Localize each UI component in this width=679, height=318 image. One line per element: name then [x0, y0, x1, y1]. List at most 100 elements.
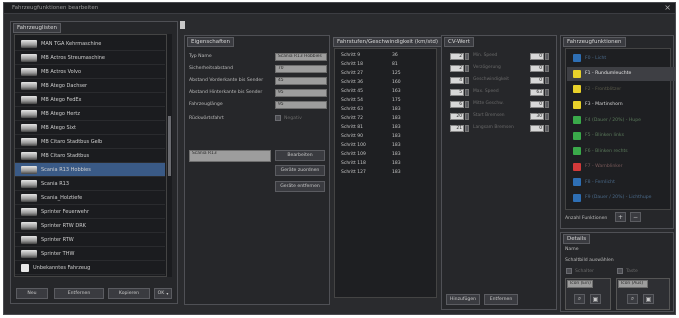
cv-right-spinner[interactable] [545, 89, 549, 96]
speed-row[interactable]: Schritt 63 183 [337, 107, 435, 114]
cv-add-button[interactable]: Hinzufügen [446, 294, 480, 305]
cv-right-spinner[interactable] [545, 113, 549, 120]
cv-left-spinner[interactable] [465, 113, 469, 120]
speed-table[interactable]: Schritt 9 36 Schritt 18 81 Schritt 27 125 Schr… [334, 48, 437, 298]
cv-right-spinner[interactable] [545, 53, 549, 60]
splitter-handle[interactable] [180, 21, 185, 29]
delete-vehicle-button[interactable]: Entfernen [54, 288, 104, 299]
cv-left-value[interactable]: 5 [450, 89, 464, 96]
cv-left-value[interactable]: 6 [450, 101, 464, 108]
cv-left-value[interactable]: 21 [450, 125, 464, 132]
speed-row[interactable]: Schritt 72 183 [337, 116, 435, 123]
vehicle-list-item[interactable]: Sprinter RTW DRK [15, 219, 165, 233]
cv-remove-button[interactable]: Entfernen [484, 294, 518, 305]
speed-value[interactable]: 81 [392, 62, 398, 67]
speed-row[interactable]: Schritt 27 125 [337, 71, 435, 78]
vehicle-list-item[interactable]: Scania R13 [15, 177, 165, 191]
add-function-button[interactable]: + [615, 212, 626, 222]
cv-right-spinner[interactable] [545, 65, 549, 72]
speed-row[interactable]: Schritt 109 183 [337, 152, 435, 159]
speed-value[interactable]: 163 [392, 89, 401, 94]
assign-devices-button[interactable]: Geräte zuordnen [275, 165, 325, 176]
function-item[interactable]: F2 - Frontblitzer [567, 82, 675, 96]
cv-right-value[interactable]: 0 [530, 65, 544, 72]
cv-right-value[interactable]: 0 [530, 101, 544, 108]
icon-on-field[interactable]: Icon (Ein) [567, 280, 593, 288]
function-item[interactable]: F7 - Warnblinker [567, 160, 675, 174]
vehicle-list-item[interactable]: Unbekanntes Fahrzeug [15, 261, 165, 275]
speed-value[interactable]: 183 [392, 107, 401, 112]
scrollbar-thumb[interactable] [168, 116, 171, 176]
speed-value[interactable]: 160 [392, 80, 401, 85]
switch-option-checkbox[interactable] [566, 268, 572, 274]
speed-row[interactable]: Schritt 90 183 [337, 134, 435, 141]
speed-value[interactable]: 183 [392, 161, 401, 166]
cv-right-value[interactable]: 0 [530, 125, 544, 132]
vehicle-list-item[interactable]: MB Atego Hertz [15, 107, 165, 121]
vehicle-list-item[interactable]: Scania_Holztiefe [15, 191, 165, 205]
speed-row[interactable]: Schritt 54 175 [337, 98, 435, 105]
cv-left-value[interactable]: 2 [450, 53, 464, 60]
function-item[interactable]: F4 (Dauer / 20%) - Hupe [567, 113, 675, 127]
cv-right-value[interactable]: 0 [530, 53, 544, 60]
speed-row[interactable]: Schritt 36 160 [337, 80, 435, 87]
property-value-field[interactable]: 45 [275, 77, 327, 85]
speed-value[interactable]: 183 [392, 170, 401, 175]
cv-left-spinner[interactable] [465, 101, 469, 108]
property-value-field[interactable]: 95 [275, 89, 327, 97]
vehicle-list-tab[interactable]: Fahrzeuglisten [13, 23, 61, 33]
cv-left-spinner[interactable] [465, 89, 469, 96]
cv-right-value[interactable]: 0 [530, 77, 544, 84]
function-item[interactable]: F1 - Rundumleuchte [567, 66, 675, 81]
property-value-field[interactable]: 70 [275, 65, 327, 73]
speed-row[interactable]: Schritt 100 183 [337, 143, 435, 150]
icon-off-clear-button[interactable]: ▣ [643, 294, 654, 304]
vehicle-list-scrollbar[interactable] [167, 34, 172, 277]
vehicle-list-item[interactable]: Sprinter THW [15, 247, 165, 261]
cv-left-spinner[interactable] [465, 125, 469, 132]
cv-right-spinner[interactable] [545, 77, 549, 84]
speed-value[interactable]: 183 [392, 116, 401, 121]
cv-left-spinner[interactable] [465, 77, 469, 84]
cv-left-spinner[interactable] [465, 53, 469, 60]
speed-value[interactable]: 36 [392, 53, 398, 58]
cv-right-value[interactable]: 63 [530, 89, 544, 96]
cv-left-value[interactable]: 20 [450, 113, 464, 120]
edit-button[interactable]: Bearbeiten [275, 150, 325, 161]
icon-off-search-button[interactable]: ⌕ [627, 294, 638, 304]
property-value-field[interactable]: Scania R13 Hobbies [275, 53, 327, 61]
function-item[interactable]: F8 - Fernlicht [567, 175, 675, 189]
vehicle-list-item[interactable]: MB Citaro Stadtbus Gelb [15, 135, 165, 149]
cv-left-spinner[interactable] [465, 65, 469, 72]
vehicle-list-item[interactable]: VW Crafter RTW [15, 275, 165, 276]
function-item[interactable]: F9 (Dauer / 20%) - Lichthupe [567, 191, 675, 205]
vehicle-list-item[interactable]: MB Citaro Stadtbus [15, 149, 165, 163]
new-vehicle-button[interactable]: Neu [16, 288, 48, 299]
vehicle-list-item[interactable]: MAN TGA Kehrmaschine [15, 37, 165, 51]
notes-field[interactable]: Scania R13 [189, 150, 271, 162]
speed-value[interactable]: 125 [392, 71, 401, 76]
cv-left-value[interactable]: 4 [450, 77, 464, 84]
speed-value[interactable]: 175 [392, 98, 401, 103]
function-item[interactable]: F6 - Blinken rechts [567, 144, 675, 158]
speed-row[interactable]: Schritt 9 36 [337, 53, 435, 60]
icon-on-search-button[interactable]: ⌕ [574, 294, 585, 304]
vehicle-list-item[interactable]: Scania R13 Hobbies [15, 163, 165, 177]
vehicle-list-item[interactable]: Sprinter Feuerwehr [15, 205, 165, 219]
property-value-field[interactable]: 95 [275, 101, 327, 109]
cv-right-value[interactable]: 30 [530, 113, 544, 120]
copy-vehicle-button[interactable]: Kopieren [108, 288, 150, 299]
speed-value[interactable]: 183 [392, 143, 401, 148]
function-item[interactable]: F0 - Licht [567, 51, 675, 65]
remove-devices-button[interactable]: Geräte entfernen [275, 181, 325, 192]
speed-row[interactable]: Schritt 18 81 [337, 62, 435, 69]
vehicle-list[interactable]: MAN TGA Kehrmaschine MB Actros Streumasch… [14, 34, 167, 277]
speed-value[interactable]: 183 [392, 152, 401, 157]
speed-row[interactable]: Schritt 81 183 [337, 125, 435, 132]
speed-row[interactable]: Schritt 118 183 [337, 161, 435, 168]
cv-right-spinner[interactable] [545, 125, 549, 132]
vehicle-list-item[interactable]: MB Atego Dachser [15, 79, 165, 93]
remove-function-button[interactable]: − [630, 212, 641, 222]
function-item[interactable]: F5 - Blinken links [567, 129, 675, 143]
vehicle-list-item[interactable]: MB Atego FedEx [15, 93, 165, 107]
